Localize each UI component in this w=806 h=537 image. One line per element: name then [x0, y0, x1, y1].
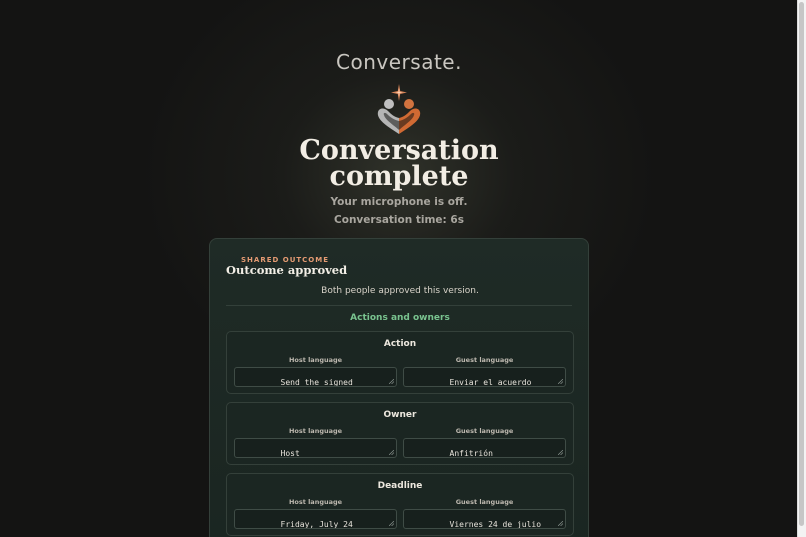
divider [226, 305, 572, 306]
field-title: Action [383, 339, 417, 349]
page-title-line2: complete [329, 161, 469, 192]
guest-language-label: Guest language [455, 356, 514, 364]
guest-language-label: Guest language [455, 498, 514, 506]
deadline-host-text: Friday, July 24 [280, 519, 353, 529]
page-title: Conversation complete [0, 137, 798, 192]
field-title: Owner [383, 410, 417, 420]
action-host-text: Send the signed agreement. — confirmed [280, 377, 353, 387]
resize-grip-icon[interactable] [558, 379, 563, 384]
conversation-time: Conversation time: 6s [334, 214, 464, 226]
resize-grip-icon[interactable] [389, 521, 394, 526]
mic-status: Your microphone is off. [330, 196, 468, 208]
deadline-guest-textarea[interactable]: Viernes 24 de julio [403, 509, 566, 529]
vertical-scrollbar[interactable] [797, 0, 806, 537]
brand-wordmark: Conversate. [336, 50, 462, 74]
two-people-heart-logo-icon [377, 84, 421, 134]
field-action: Action Host language Guest language Send… [226, 331, 574, 394]
action-guest-text: Enviar el acuerdo firmado. — confirmado [449, 377, 532, 387]
deadline-guest-text: Viernes 24 de julio [449, 519, 542, 529]
resize-grip-icon[interactable] [389, 379, 394, 384]
host-language-label: Host language [288, 498, 343, 506]
guest-language-label: Guest language [455, 427, 514, 435]
page: Conversate. Conversation complete Your m… [0, 0, 798, 537]
resize-grip-icon[interactable] [389, 450, 394, 455]
owner-host-text: Host [280, 448, 300, 458]
actions-owners-heading: Actions and owners [350, 313, 450, 323]
owner-host-textarea[interactable]: Host [234, 438, 397, 458]
resize-grip-icon[interactable] [558, 521, 563, 526]
scrollbar-thumb[interactable] [799, 2, 804, 526]
outcome-card: SHARED OUTCOME Outcome approved Both peo… [209, 238, 589, 537]
field-owner: Owner Host language Guest language Host … [226, 402, 574, 465]
outcome-title: Outcome approved [226, 263, 348, 277]
owner-guest-text: Anfitrión [449, 448, 493, 458]
field-title: Deadline [377, 481, 423, 491]
field-deadline: Deadline Host language Guest language Fr… [226, 473, 574, 536]
deadline-host-textarea[interactable]: Friday, July 24 [234, 509, 397, 529]
owner-guest-textarea[interactable]: Anfitrión [403, 438, 566, 458]
action-host-textarea[interactable]: Send the signed agreement. — confirmed [234, 367, 397, 387]
approval-note: Both people approved this version. [321, 286, 479, 296]
host-language-label: Host language [288, 356, 343, 364]
host-language-label: Host language [288, 427, 343, 435]
action-guest-textarea[interactable]: Enviar el acuerdo firmado. — confirmado [403, 367, 566, 387]
resize-grip-icon[interactable] [558, 450, 563, 455]
